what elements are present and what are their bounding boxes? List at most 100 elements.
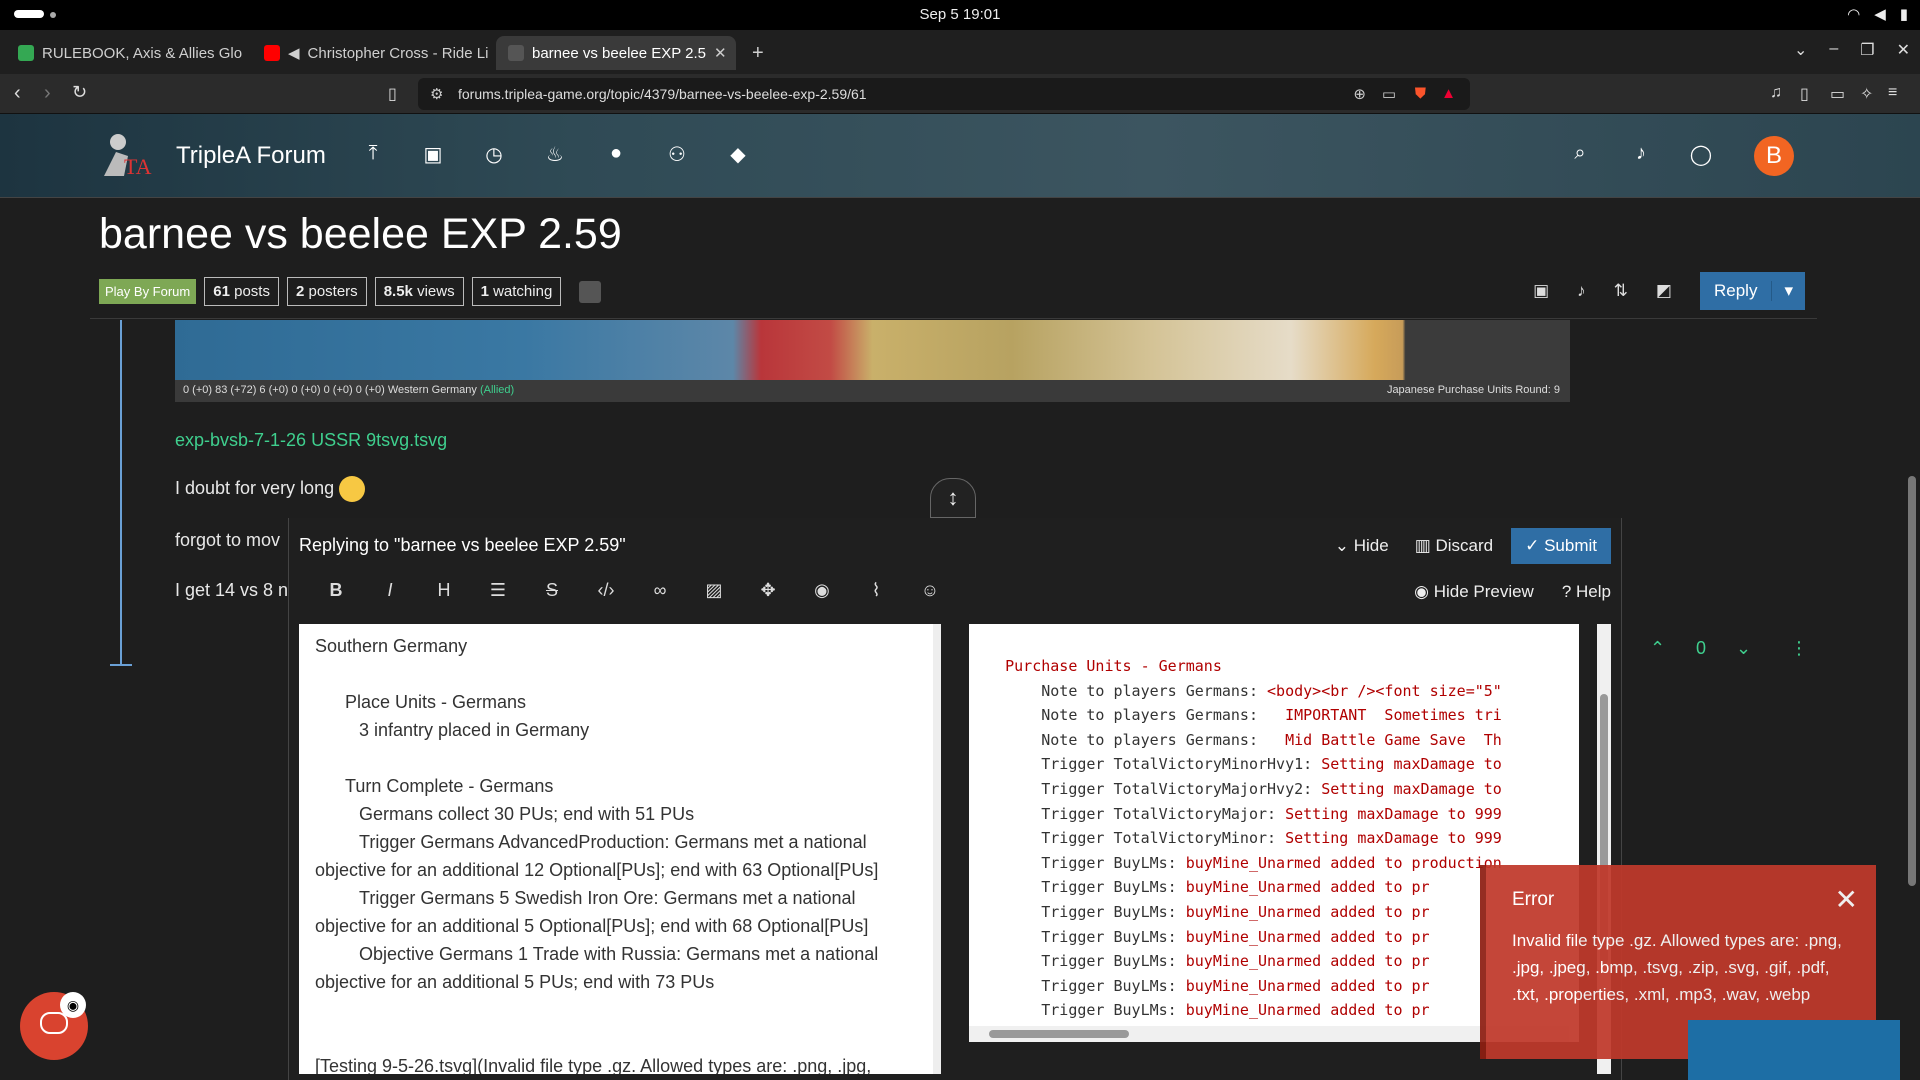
avatar[interactable]: B: [1754, 136, 1794, 176]
menu-icon[interactable]: ≡: [1888, 84, 1897, 102]
tab-list-icon[interactable]: ⌄: [1794, 40, 1807, 60]
topic-tools-icon[interactable]: ◩: [1656, 281, 1672, 301]
hide-preview-button[interactable]: ◉ Hide Preview: [1414, 582, 1534, 602]
zen-mode-icon[interactable]: ✥: [741, 580, 795, 608]
link-icon[interactable]: ∞: [633, 580, 687, 608]
preview-line-label: Trigger BuyLMs:: [969, 1001, 1186, 1020]
reply-button[interactable]: Reply ▾: [1699, 272, 1805, 310]
map-status-bar: 0 (+0) 83 (+72) 6 (+0) 0 (+0) 0 (+0) 0 (…: [175, 380, 1570, 402]
sort-icon[interactable]: ⇅: [1614, 281, 1628, 301]
editor-line: Southern Germany: [315, 636, 468, 656]
url-text[interactable]: forums.triplea-game.org/topic/4379/barne…: [458, 86, 867, 102]
posts-label: posts: [234, 283, 270, 300]
brave-shield-icon[interactable]: ⛊: [1415, 85, 1426, 102]
code-icon[interactable]: ‹/›: [579, 580, 633, 608]
cast-icon[interactable]: ▭: [1382, 85, 1396, 103]
discard-button[interactable]: ▥ Discard: [1407, 528, 1501, 564]
preview-hscrollbar[interactable]: [969, 1026, 1569, 1042]
preview-hscroll-thumb[interactable]: [989, 1030, 1129, 1038]
attachment-link[interactable]: exp-bvsb-7-1-26 USSR 9tsvg.tsvg: [175, 430, 447, 451]
close-tab-icon[interactable]: ✕: [714, 44, 727, 62]
back-icon[interactable]: ‹: [14, 82, 21, 105]
page-scrollbar[interactable]: [1906, 116, 1918, 1080]
emoji-icon[interactable]: ☺: [903, 580, 957, 608]
topic-stats: Play By Forum 61 posts 2 posters 8.5k vi…: [99, 277, 602, 306]
bookmark-icon[interactable]: ▯: [388, 84, 397, 104]
preview-line-label: Note to players Germans:: [969, 706, 1268, 725]
user-icon[interactable]: ●: [603, 142, 629, 168]
upvote-icon[interactable]: ⌃: [1650, 638, 1665, 659]
zoom-icon[interactable]: ⊕: [1353, 85, 1366, 103]
reply-dropdown-icon[interactable]: ▾: [1771, 281, 1805, 301]
forward-icon[interactable]: ›: [44, 82, 51, 105]
composer-resize-handle[interactable]: ↕: [930, 478, 976, 518]
site-info-icon[interactable]: ⚙: [430, 85, 443, 103]
tab-youtube[interactable]: ◀ Christopher Cross - Ride Li: [252, 36, 492, 70]
wallet-icon[interactable]: ▭: [1830, 84, 1845, 104]
scroll-top-icon[interactable]: ⤒: [360, 142, 386, 168]
post-text-line: I doubt for very long: [175, 476, 366, 502]
tab-rulebook[interactable]: RULEBOOK, Axis & Allies Glo: [6, 36, 246, 70]
watch-bell-icon[interactable]: ♪: [1577, 281, 1586, 301]
maximize-icon[interactable]: ❐: [1860, 40, 1874, 60]
downvote-icon[interactable]: ⌄: [1736, 638, 1751, 659]
leo-ai-icon[interactable]: ✧: [1860, 84, 1873, 104]
brave-rewards-icon[interactable]: ▲: [1441, 85, 1456, 102]
inbox-tool-icon[interactable]: ▣: [1533, 281, 1549, 301]
strikethrough-icon[interactable]: S: [525, 580, 579, 608]
submit-button[interactable]: ✓ Submit: [1511, 528, 1611, 564]
system-clock[interactable]: Sep 5 19:01: [0, 6, 1920, 23]
triplea-logo[interactable]: TA: [94, 126, 154, 184]
recent-icon[interactable]: ◷: [481, 142, 507, 168]
editor-line: Objective Germans 1 Trade with Russia: G…: [359, 944, 879, 964]
editor-scrollbar[interactable]: [933, 624, 941, 1074]
bold-icon[interactable]: B: [309, 580, 363, 608]
url-field[interactable]: ⚙ forums.triplea-game.org/topic/4379/bar…: [418, 78, 1470, 110]
groups-icon[interactable]: ⚇: [664, 142, 690, 168]
search-icon[interactable]: ⌕: [1567, 142, 1593, 168]
image-icon[interactable]: ▨: [687, 580, 741, 608]
preview-controls: ◉ Hide Preview ? Help: [1414, 582, 1611, 602]
page-scroll-thumb[interactable]: [1908, 476, 1916, 886]
popular-fire-icon[interactable]: ♨: [542, 142, 568, 168]
sidebar-icon[interactable]: ▯: [1800, 84, 1809, 104]
reply-composer: Replying to "barnee vs beelee EXP 2.59" …: [288, 518, 1622, 1080]
inbox-icon[interactable]: ▣: [420, 142, 446, 168]
category-badge[interactable]: Play By Forum: [99, 279, 197, 304]
forum-title[interactable]: TripleA Forum: [176, 142, 326, 170]
notifications-bell-icon[interactable]: ♪: [1628, 142, 1654, 168]
post-line-3: I get 14 vs 8 n: [175, 580, 289, 600]
camera-icon[interactable]: ◉: [795, 580, 849, 608]
close-icon[interactable]: ✕: [1835, 883, 1858, 916]
composer-textarea[interactable]: Southern Germany Place Units - Germans 3 …: [299, 624, 941, 1074]
replying-to-title: Replying to "barnee vs beelee EXP 2.59": [299, 535, 626, 555]
new-tab-button[interactable]: +: [740, 36, 780, 70]
preview-line-value: Setting maxDamage to: [1321, 755, 1502, 774]
close-window-icon[interactable]: ✕: [1897, 40, 1910, 60]
post-line-2: forgot to mov: [175, 530, 281, 550]
minimize-icon[interactable]: –: [1829, 40, 1838, 60]
preview-line-label: Note to players Germans:: [969, 730, 1268, 749]
editor-line: Germans collect 30 PUs; end with 51 PUs: [359, 804, 695, 824]
rss-icon[interactable]: [579, 280, 602, 303]
preview-line-label: Trigger BuyLMs:: [969, 853, 1186, 872]
editor-line: Trigger Germans 5 Swedish Iron Ore: Germ…: [359, 888, 856, 908]
post-menu-icon[interactable]: ⋮: [1790, 638, 1808, 659]
topic-title: barnee vs beelee EXP 2.59: [99, 210, 622, 258]
post-timeline[interactable]: [120, 320, 122, 664]
attachment-icon[interactable]: ⌇: [849, 580, 903, 608]
tab-forum-topic[interactable]: barnee vs beelee EXP 2.5 ✕: [496, 36, 736, 70]
italic-icon[interactable]: I: [363, 580, 417, 608]
list-icon[interactable]: ☰: [471, 580, 525, 608]
tags-icon[interactable]: ◆: [725, 142, 751, 168]
system-tray[interactable]: ◠ ◀ ▮: [1847, 5, 1908, 23]
editor-line: [Testing 9-5-26.tsvg](Invalid file type …: [315, 1056, 872, 1074]
hide-button[interactable]: ⌄ Hide: [1327, 528, 1397, 564]
chat-icon[interactable]: ◯: [1688, 142, 1714, 168]
reply-label[interactable]: Reply: [1700, 281, 1771, 301]
media-icon[interactable]: ♫: [1770, 84, 1782, 102]
heading-icon[interactable]: H: [417, 580, 471, 608]
reload-icon[interactable]: ↻: [72, 82, 87, 103]
help-button[interactable]: ? Help: [1562, 582, 1611, 602]
